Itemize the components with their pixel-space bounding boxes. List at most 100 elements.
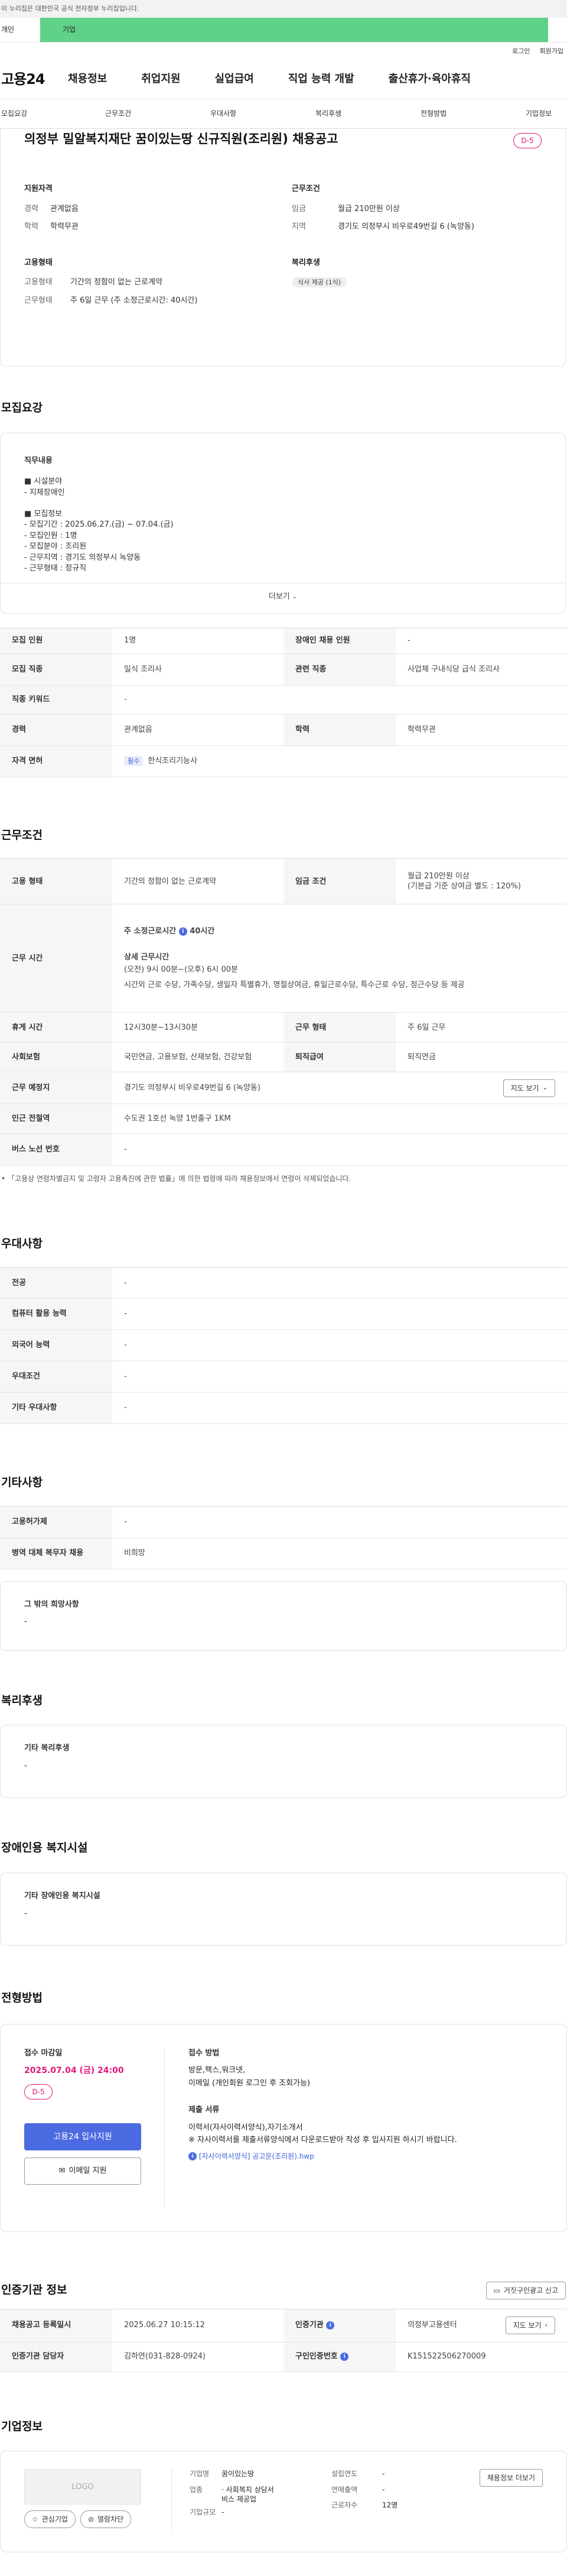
pay-line: 월급 210만원 이상 [408,871,470,881]
table-value: 비희망 [112,1538,567,1569]
snb-item-conditions[interactable]: 근무조건 [105,109,210,118]
summary-key: 지역 [292,222,306,232]
summary-key: 근무형태 [24,296,53,305]
company-jobs-more-button[interactable]: 채용정보 더보기 [479,2469,543,2487]
table-key: 사회보험 [0,1042,112,1073]
table-key: 고용허가제 [0,1506,112,1539]
cert-header: 인증기관 정보 ▭ 거짓구인광고 신고 [0,2281,567,2299]
table-value: - [396,628,567,654]
info-key: 업종 [190,2485,203,2494]
section-title-prefer: 우대사항 [1,1237,43,1251]
download-icon: ↓ [188,2152,197,2161]
gnb-item-parental-leave[interactable]: 출산휴가·육아휴직 [389,72,471,86]
table-value: 주 소정근로시간 i 40시간 상세 근무시간 (오전) 9시 00분~(오후)… [112,904,567,1013]
table-value: 일식 조리사 [112,654,284,686]
map-button[interactable]: 지도 보기 ⌄ [503,1079,555,1097]
gov-banner: 이 누리집은 대한민국 공식 전자정부 누리집입니다. [0,0,567,18]
info-icon[interactable]: i [178,927,187,936]
gov-banner-text: 이 누리집은 대한민국 공식 전자정부 누리집입니다. [1,4,139,12]
table-value: 학력무관 [396,714,567,746]
table-value: - [112,1329,567,1362]
email-apply-label: 이메일 지원 [69,2166,107,2176]
deadline-heading: 접수 마감일 [24,2048,63,2058]
file-name: [자사이력서양식] 공고문(조리원).hwp [198,2152,314,2160]
gnb-item-skill-development[interactable]: 직업 능력 개발 [288,72,354,86]
favorite-company-button[interactable]: ☆ 관심기업 [24,2510,76,2529]
summary-key: 경력 [24,204,38,213]
tab-company[interactable]: 기업 [40,18,548,42]
weekly-hours-label: 주 소정근로시간 [124,927,177,936]
company-more-wrap: 채용정보 더보기 [438,2469,543,2534]
snb-item-process[interactable]: 전형방법 [421,109,526,118]
apply-button[interactable]: 고용24 입사지원 [24,2123,141,2151]
method-column: 접수 방법 방문,팩스,워크넷, 이메일 (개인회원 로그인 후 조회가능) 제… [165,2048,543,2208]
summary-heading: 복리후생 [292,258,320,267]
more-label: 더보기 [268,592,290,602]
file-download-link[interactable]: ↓ [자사이력서양식] 공고문(조리원).hwp [188,2152,543,2161]
dday-badge: D-5 [24,2084,53,2100]
summary-heading: 지원자격 [24,184,53,193]
box-value: - [24,1617,27,1627]
etc-table: 고용허가제 - 병역 대체 복무자 채용 비희망 [0,1506,567,1569]
recruit-table: 모집 인원 1명 장애인 채용 인원 - 모집 직종 일식 조리사 관련 직종 사업체 구내… [0,627,567,777]
table-value: 기간의 정함이 없는 근로계약 [112,858,284,905]
table-row: 자격 면허 필수 한식조리기능사 [0,745,567,777]
desc-line: ■ 시설분야 [24,477,63,486]
more-button[interactable]: 더보기 ⌄ [1,582,565,611]
job-description-box: 직무내용 ■ 시설분야 - 지체장애인 ■ 모집정보 - 모집기간 : 2025… [0,432,566,614]
gnb-item-jobs[interactable]: 채용정보 [68,72,107,86]
license-name: 한식조리기능사 [148,756,197,765]
login-link[interactable]: 로그인 [512,47,530,56]
tab-individual[interactable]: 개인 [0,18,40,42]
table-value: 국민연금, 고용보험, 산재보험, 건강보험 [112,1042,284,1073]
section-title-recruit: 모집요강 [1,401,43,414]
section-nav: 모집요강 근무조건 우대사항 복리후생 전형방법 기업정보 [0,99,567,129]
table-value: - [112,1133,567,1166]
company-box: LOGO ☆ 관심기업 ⊘ 열람차단 기업명 꿈이있는땅 업종 · 사회복지 상담서 비스… [0,2451,567,2553]
email-apply-button[interactable]: ✉ 이메일 지원 [24,2158,141,2185]
snb-item-company[interactable]: 기업정보 [526,109,552,118]
section-title-etc: 기타사항 [1,1476,43,1490]
table-key: 인증기관 i [284,2309,396,2343]
table-key: 버스 노선 번호 [0,1133,112,1166]
table-value: 수도권 1호선 녹양 1번출구 1KM [112,1104,567,1134]
info-icon[interactable]: i [326,2321,335,2330]
join-link[interactable]: 회원가입 [540,47,563,56]
prefer-table: 전공 - 컴퓨터 활용 능력 - 외국어 능력 - 우대조건 - 기타 우대사항 - [0,1267,567,1425]
block-company-button[interactable]: ⊘ 열람차단 [80,2510,132,2529]
table-key: 학력 [284,714,396,746]
map-button[interactable]: 지도 보기 › [505,2317,555,2335]
table-value: 김하연(031-828-0924) [112,2342,284,2372]
info-row: 연매출액 - [331,2485,438,2494]
global-nav: 고용24 채용정보 취업지원 실업급여 직업 능력 개발 출산휴가·육아휴직 [0,60,567,99]
report-button[interactable]: ▭ 거짓구인광고 신고 [485,2281,566,2299]
table-value: - [112,1267,567,1299]
company-logo-column: LOGO ☆ 관심기업 ⊘ 열람차단 [24,2469,172,2535]
table-value: 월급 210만원 이상 (기본급 기준 상여금 별도 : 120%) [396,858,567,905]
table-value: - [112,1506,567,1539]
snb-item-welfare[interactable]: 복리후생 [315,109,421,118]
gnb-item-employment-support[interactable]: 취업지원 [141,72,180,86]
gnb-item-unemployment-benefit[interactable]: 실업급여 [215,72,254,86]
info-key: 설립연도 [331,2470,358,2478]
chevron-right-icon: › [545,2321,548,2329]
summary-row: 고용형태 기간의 정함이 없는 근로계약 [24,277,274,288]
table-key: 전공 [0,1267,112,1299]
weekly-hours-value: 40시간 [190,927,215,936]
company-info-right: 설립연도 - 연매출액 - 근로자수 12명 [331,2469,438,2534]
industry-line: · 사회복지 상담서 [221,2485,274,2494]
info-value: 12명 [382,2500,398,2509]
table-value: 관계없음 [112,714,284,746]
table-key: 장애인 채용 인원 [284,628,396,654]
table-value: - [112,1298,567,1331]
chevron-down-icon: ⌄ [292,593,298,601]
info-icon[interactable]: i [340,2352,349,2361]
favorite-label: 관심기업 [41,2515,68,2524]
summary-grid: 지원자격 경력 관계없음 학력 학력무관 근무조건 임금 월급 210만원 이상 지역… [1,148,565,240]
snb-item-preference[interactable]: 우대사항 [210,109,315,118]
age-note: • 「고용상 연령차별금지 및 고령자 고용촉진에 관한 법률」에 의한 법령에… [1,1175,351,1183]
table-key: 병역 대체 복무자 채용 [0,1538,112,1569]
box-heading: 그 밖의 희망사항 [24,1600,79,1609]
site-logo[interactable]: 고용24 [0,70,68,89]
snb-item-recruit[interactable]: 모집요강 [0,109,105,118]
